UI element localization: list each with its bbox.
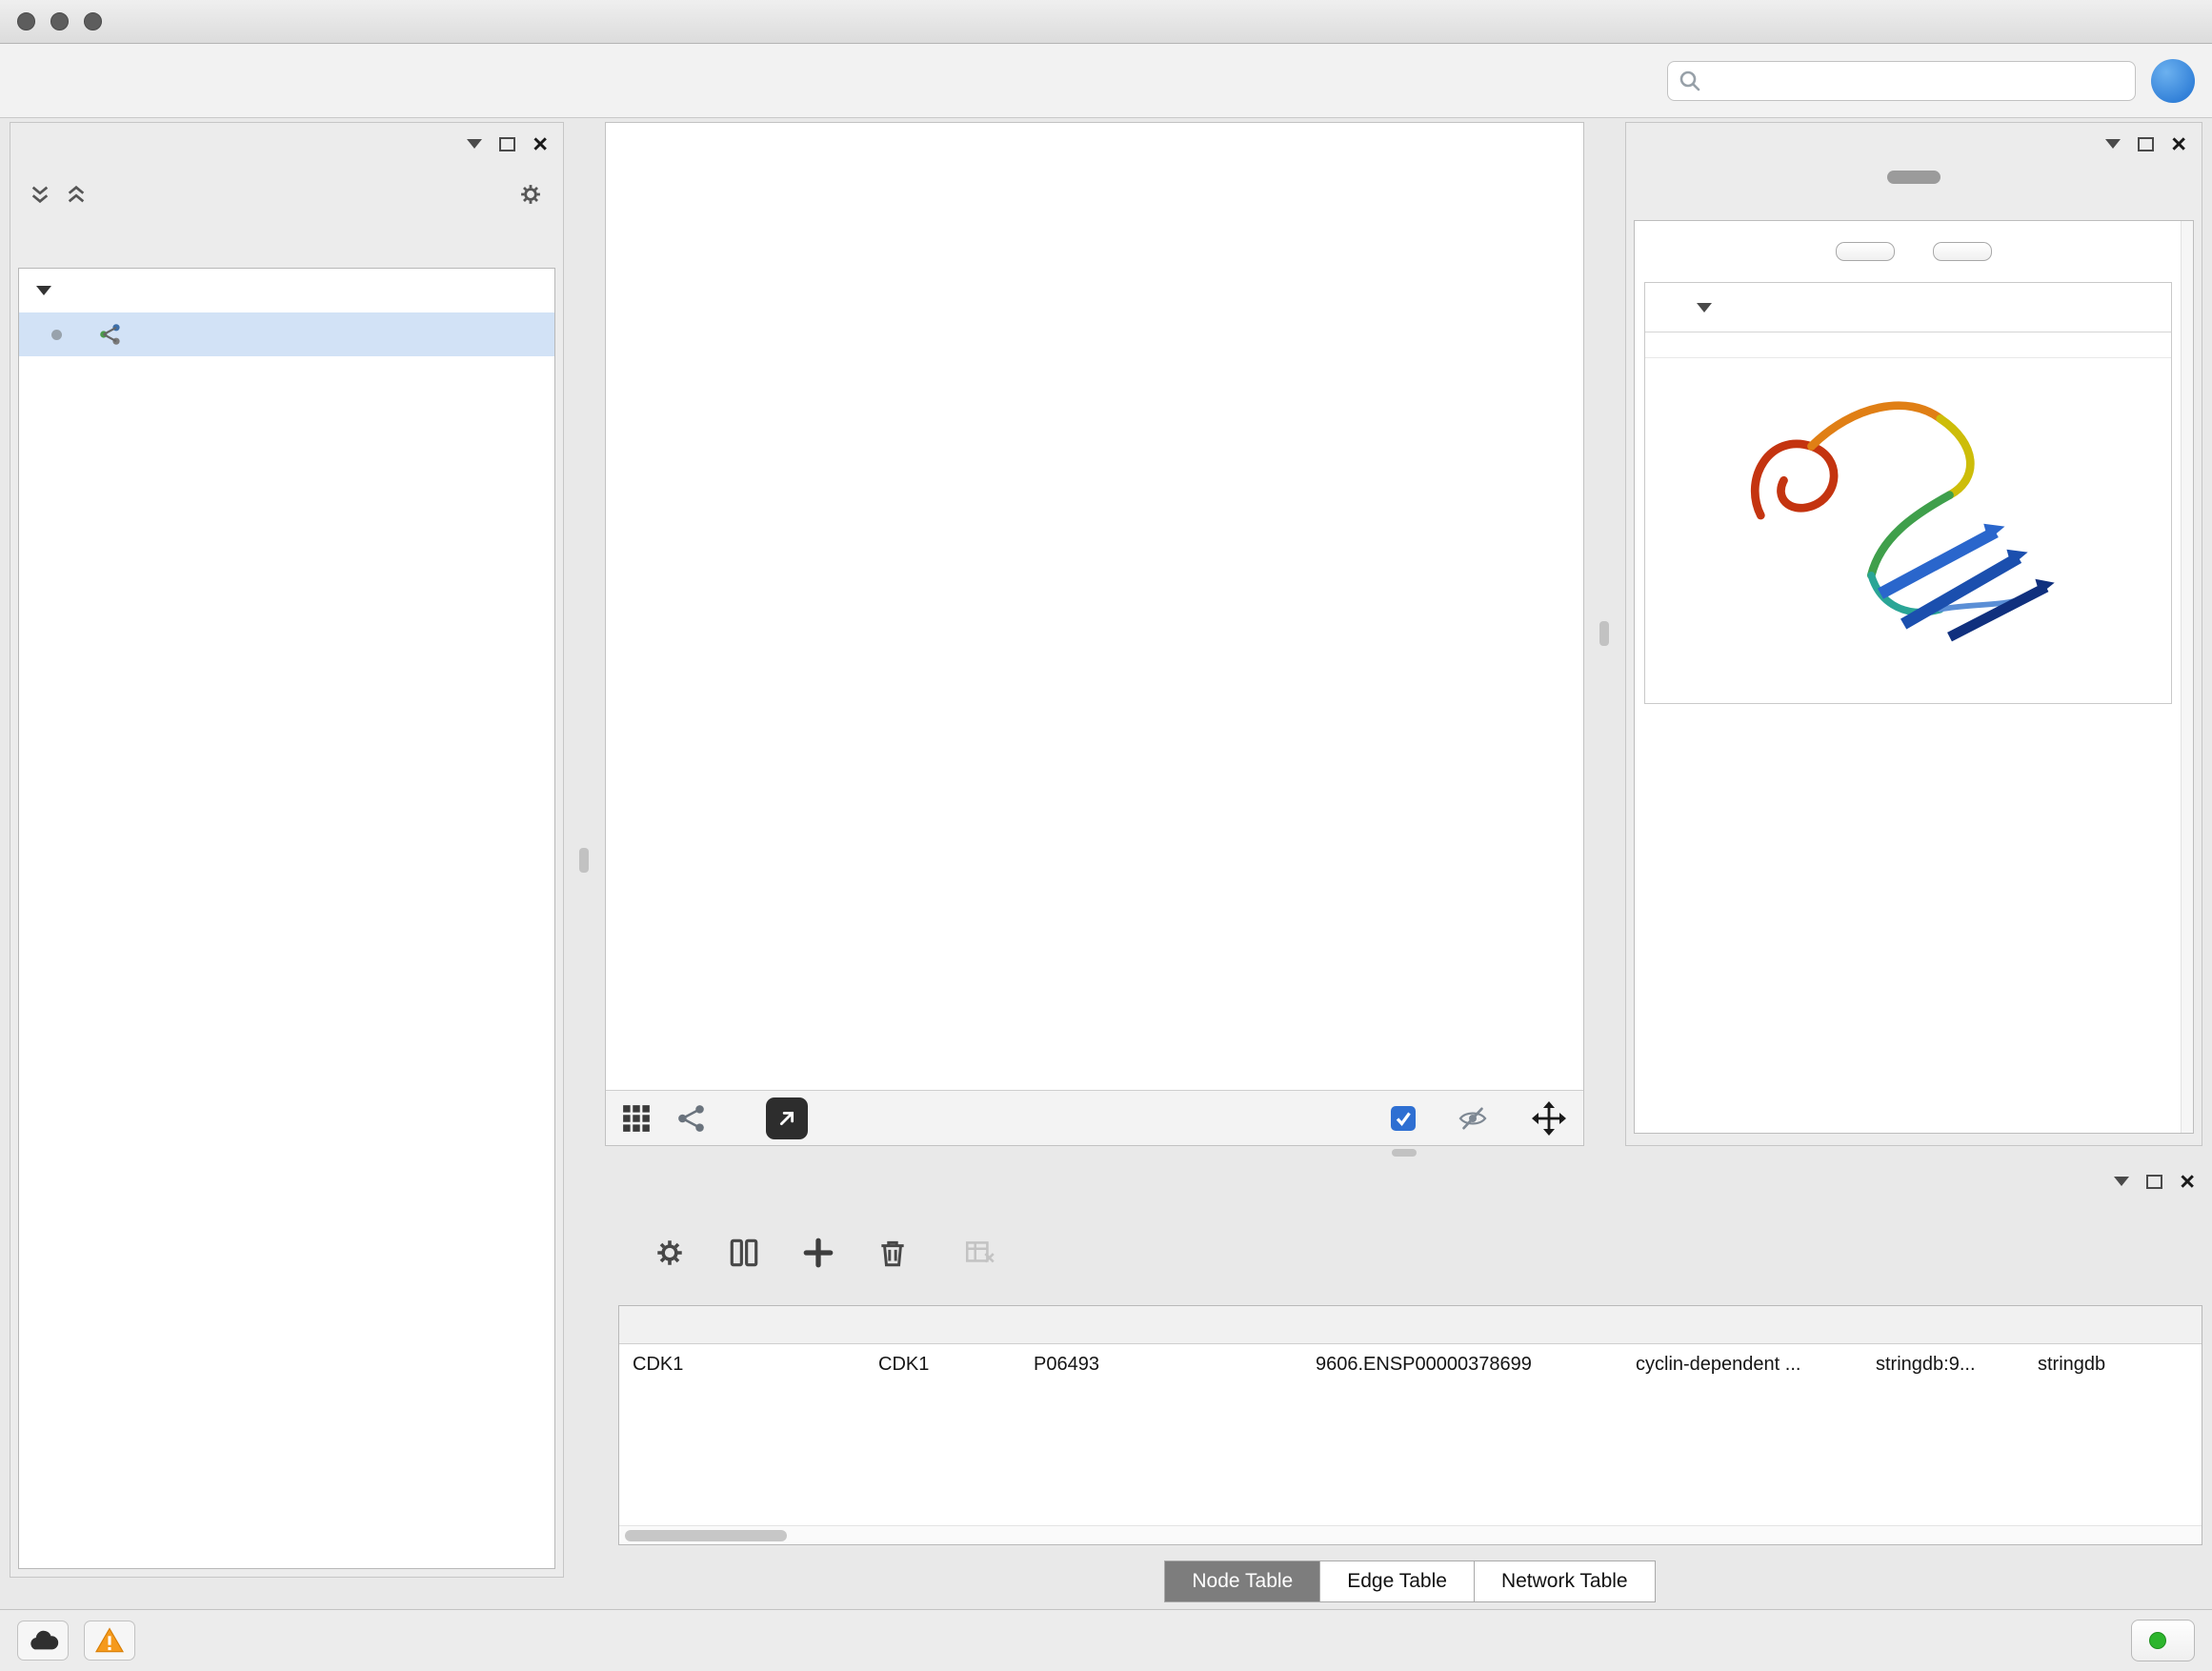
- results-scrollbar[interactable]: [2181, 221, 2193, 1133]
- pan-move-icon[interactable]: [1530, 1099, 1568, 1137]
- control-panel: ×: [10, 122, 564, 1578]
- table-cell[interactable]: stringdb:9...: [1862, 1354, 2024, 1376]
- expand-all-icon[interactable]: [66, 184, 87, 205]
- cloud-status-button[interactable]: [17, 1621, 69, 1661]
- network-tree: [18, 268, 555, 1569]
- gene-description: [1645, 332, 2171, 358]
- panel-float-icon[interactable]: [467, 139, 482, 149]
- network-view-panel: [605, 122, 1584, 1146]
- search-icon: [1678, 69, 1702, 93]
- title-bar: [0, 0, 2212, 44]
- help-button[interactable]: [2151, 59, 2195, 103]
- table-cell[interactable]: CDK1: [619, 1354, 865, 1376]
- table-cell[interactable]: 9606.ENSP00000378699: [1302, 1354, 1622, 1376]
- panel-close-icon[interactable]: ×: [533, 131, 548, 157]
- tab-string[interactable]: [1887, 171, 1941, 184]
- panel-close-icon[interactable]: ×: [2180, 1169, 2195, 1195]
- eye-slash-small-icon[interactable]: [1458, 1103, 1488, 1134]
- table-panel: ×: [618, 1160, 2202, 1608]
- control-panel-header: ×: [10, 123, 563, 165]
- network-row[interactable]: [19, 312, 554, 356]
- application-window: ×: [0, 0, 2212, 1671]
- network-selection-row: [10, 169, 563, 220]
- collapse-section-icon[interactable]: [1697, 303, 1712, 312]
- table-cell[interactable]: CDK1: [865, 1354, 1020, 1376]
- collapse-all-icon[interactable]: [30, 184, 50, 205]
- panel-maximize-icon[interactable]: [2146, 1175, 2162, 1189]
- network-canvas-svg[interactable]: [606, 123, 1583, 1090]
- memory-button[interactable]: [2131, 1620, 2195, 1661]
- network-glyph-icon: [99, 323, 122, 346]
- table-cell[interactable]: P06493: [1020, 1354, 1302, 1376]
- results-panel: ×: [1625, 122, 2202, 1146]
- memory-status-dot: [2149, 1632, 2166, 1649]
- table-body: CDK1CDK1P064939606.ENSP00000378699cyclin…: [619, 1344, 2202, 1384]
- table-tabs: Node TableEdge TableNetwork Table: [618, 1560, 2202, 1602]
- panel-float-icon[interactable]: [2114, 1177, 2129, 1186]
- warning-icon: [94, 1627, 125, 1654]
- network-collection-row[interactable]: [19, 269, 554, 312]
- minimize-window-button[interactable]: [50, 12, 69, 30]
- status-bar: [0, 1609, 2212, 1671]
- table-settings-gear-icon[interactable]: [653, 1236, 687, 1270]
- gene-section: [1644, 282, 2172, 704]
- checkbox-icon[interactable]: [1391, 1106, 1416, 1131]
- scrollbar-thumb[interactable]: [625, 1530, 787, 1541]
- current-network-dot: [51, 330, 62, 340]
- show-columns-icon[interactable]: [727, 1236, 761, 1270]
- cloud-icon: [27, 1628, 59, 1653]
- grid-view-icon[interactable]: [621, 1103, 652, 1134]
- table-cell[interactable]: stringdb: [2024, 1354, 2202, 1376]
- expand-all-button[interactable]: [1836, 242, 1895, 261]
- crosslinks-list: [1645, 678, 2171, 703]
- panel-float-icon[interactable]: [2105, 139, 2121, 149]
- results-panel-header: ×: [1626, 123, 2202, 165]
- gene-section-header[interactable]: [1645, 283, 2171, 332]
- share-network-icon[interactable]: [676, 1103, 707, 1134]
- table-cell[interactable]: cyclin-dependent ...: [1622, 1354, 1862, 1376]
- splitter-handle[interactable]: [1599, 621, 1609, 646]
- node-table: CDK1CDK1P064939606.ENSP00000378699cyclin…: [618, 1305, 2202, 1545]
- open-in-new-button[interactable]: [766, 1097, 808, 1139]
- network-toolbar: [606, 1090, 1583, 1145]
- gear-icon[interactable]: [517, 181, 544, 208]
- table-toolbar: [618, 1202, 2202, 1303]
- tree-expand-icon[interactable]: [36, 286, 51, 295]
- table-panel-header: ×: [618, 1160, 2202, 1202]
- main-toolbar: [0, 44, 2212, 118]
- search-box: [1667, 61, 2136, 101]
- table-row[interactable]: CDK1CDK1P064939606.ENSP00000378699cyclin…: [619, 1344, 2202, 1384]
- search-area: [1667, 59, 2195, 103]
- window-controls: [17, 12, 102, 30]
- warnings-button[interactable]: [84, 1621, 135, 1661]
- close-window-button[interactable]: [17, 12, 35, 30]
- table-header-row: [619, 1306, 2202, 1344]
- open-in-new-icon: [773, 1104, 801, 1133]
- protein-structure-image: [1727, 377, 2089, 654]
- panel-close-icon[interactable]: ×: [2171, 131, 2186, 157]
- tab-network-table[interactable]: Network Table: [1474, 1560, 1656, 1602]
- tab-node-table[interactable]: Node Table: [1164, 1560, 1320, 1602]
- add-column-icon[interactable]: [801, 1236, 835, 1270]
- string-results-box: [1634, 220, 2194, 1134]
- delete-column-icon[interactable]: [875, 1236, 910, 1270]
- selected-nodes-indicator: [1391, 1106, 1425, 1131]
- hidden-nodes-indicator: [1458, 1103, 1498, 1134]
- search-input[interactable]: [1710, 70, 2125, 91]
- panel-maximize-icon[interactable]: [2138, 137, 2154, 151]
- delete-table-icon: [963, 1236, 997, 1270]
- panel-maximize-icon[interactable]: [499, 137, 515, 151]
- splitter-handle[interactable]: [579, 848, 589, 873]
- maximize-window-button[interactable]: [84, 12, 102, 30]
- collapse-all-button[interactable]: [1933, 242, 1992, 261]
- table-h-scrollbar[interactable]: [619, 1525, 2202, 1544]
- splitter-handle[interactable]: [1392, 1149, 1417, 1157]
- tab-edge-table[interactable]: Edge Table: [1319, 1560, 1475, 1602]
